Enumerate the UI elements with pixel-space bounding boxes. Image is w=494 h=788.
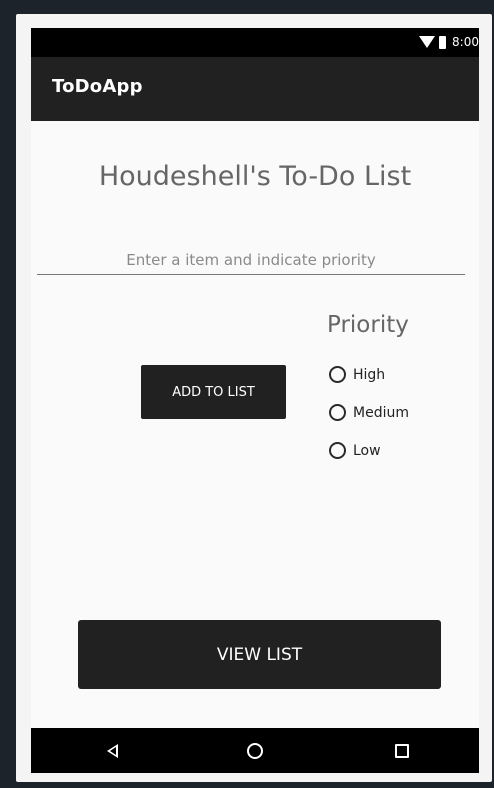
device-frame: 8:00 ToDoApp Houdeshell's To-Do List ADD… <box>16 14 492 782</box>
radio-label-high: High <box>353 366 386 383</box>
radio-button[interactable] <box>329 404 346 421</box>
radio-button[interactable] <box>329 366 346 383</box>
item-input[interactable] <box>37 245 465 275</box>
home-icon <box>247 742 263 759</box>
recents-icon <box>395 743 409 758</box>
phone-screen: 8:00 ToDoApp Houdeshell's To-Do List ADD… <box>31 28 479 773</box>
priority-radio-low[interactable]: Low <box>329 442 381 459</box>
app-bar: ToDoApp <box>31 57 479 121</box>
radio-label-low: Low <box>353 442 381 459</box>
priority-radio-medium[interactable]: Medium <box>329 404 409 421</box>
back-icon <box>106 743 118 758</box>
wifi-icon <box>419 36 436 48</box>
add-to-list-button[interactable]: ADD TO LIST <box>141 365 286 419</box>
back-button[interactable] <box>82 728 142 773</box>
status-time: 8:00 <box>452 35 479 49</box>
priority-radio-high[interactable]: High <box>329 366 385 383</box>
status-bar: 8:00 <box>31 28 479 57</box>
home-button[interactable] <box>225 728 285 773</box>
page-title: Houdeshell's To-Do List <box>98 161 412 192</box>
radio-button[interactable] <box>329 442 346 459</box>
view-list-button[interactable]: VIEW LIST <box>78 620 441 689</box>
battery-icon <box>439 35 447 49</box>
status-icons: 8:00 <box>419 32 479 52</box>
priority-label: Priority <box>327 312 409 338</box>
recents-button[interactable] <box>372 728 432 773</box>
radio-label-medium: Medium <box>353 404 409 421</box>
app-title: ToDoApp <box>52 76 143 97</box>
nav-bar <box>31 728 479 773</box>
